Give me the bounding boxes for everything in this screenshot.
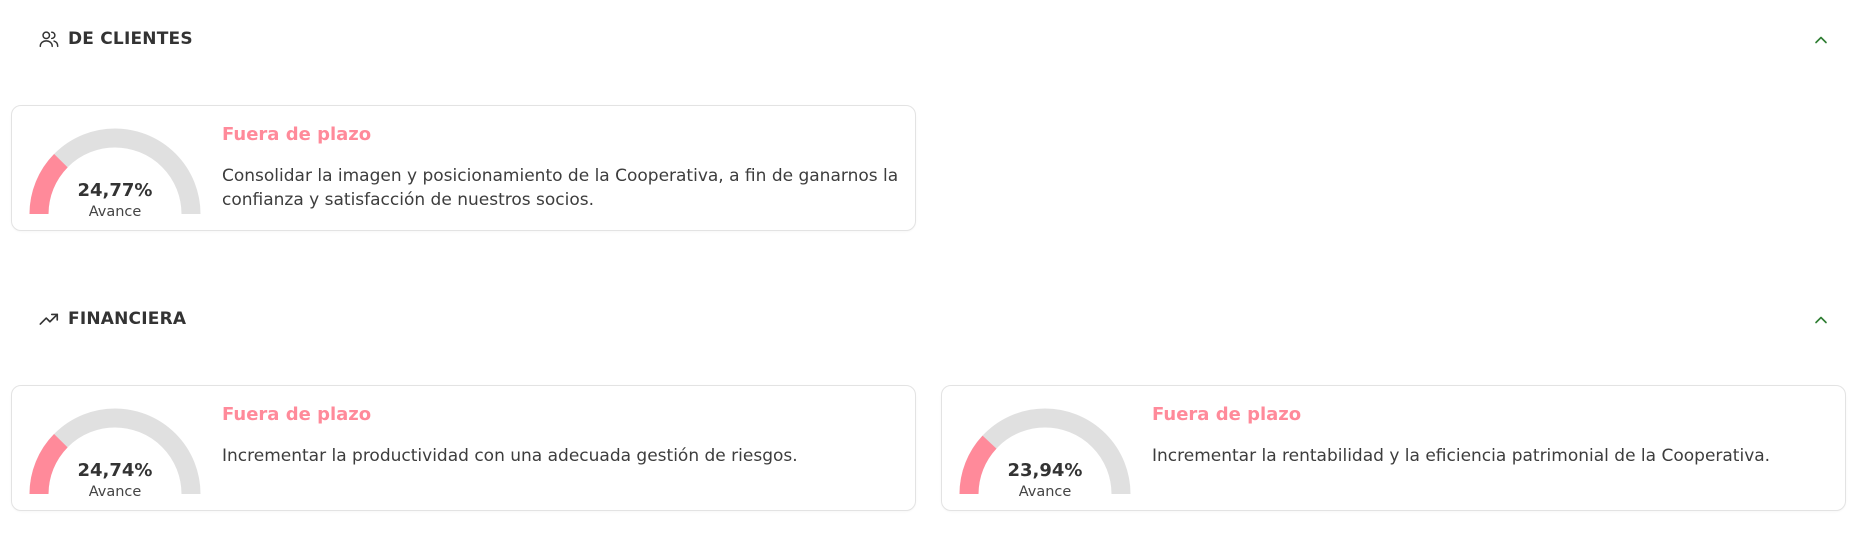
objective-card[interactable]: 23,94% Avance Fuera de plazo Incrementar… (941, 385, 1846, 511)
gauge-percentage: 23,94% (1007, 460, 1083, 481)
chevron-up-icon (1814, 310, 1828, 329)
status-label: Fuera de plazo (222, 404, 372, 425)
progress-gauge: 23,94% Avance (959, 402, 1131, 500)
status-label: Fuera de plazo (1152, 404, 1302, 425)
section-header-financiera[interactable]: FINANCIERA (38, 304, 186, 334)
gauge-percentage: 24,74% (77, 460, 153, 481)
progress-gauge: 24,74% Avance (29, 402, 201, 500)
gauge-label: Avance (1018, 484, 1072, 500)
objective-card[interactable]: 24,74% Avance Fuera de plazo Incrementar… (11, 385, 916, 511)
section-financiera: FINANCIERA 24,74% Avance Fuera de plazo … (0, 0, 1849, 538)
objective-description: Incrementar la rentabilidad y la eficien… (1152, 446, 1771, 466)
gauge-track (959, 408, 1131, 494)
gauge-label: Avance (88, 484, 142, 500)
gauge-track (29, 408, 201, 494)
collapse-button[interactable] (1811, 309, 1831, 329)
trending-up-icon (38, 308, 60, 330)
objective-description: Incrementar la productividad con una ade… (222, 446, 798, 466)
section-title: FINANCIERA (68, 309, 187, 329)
